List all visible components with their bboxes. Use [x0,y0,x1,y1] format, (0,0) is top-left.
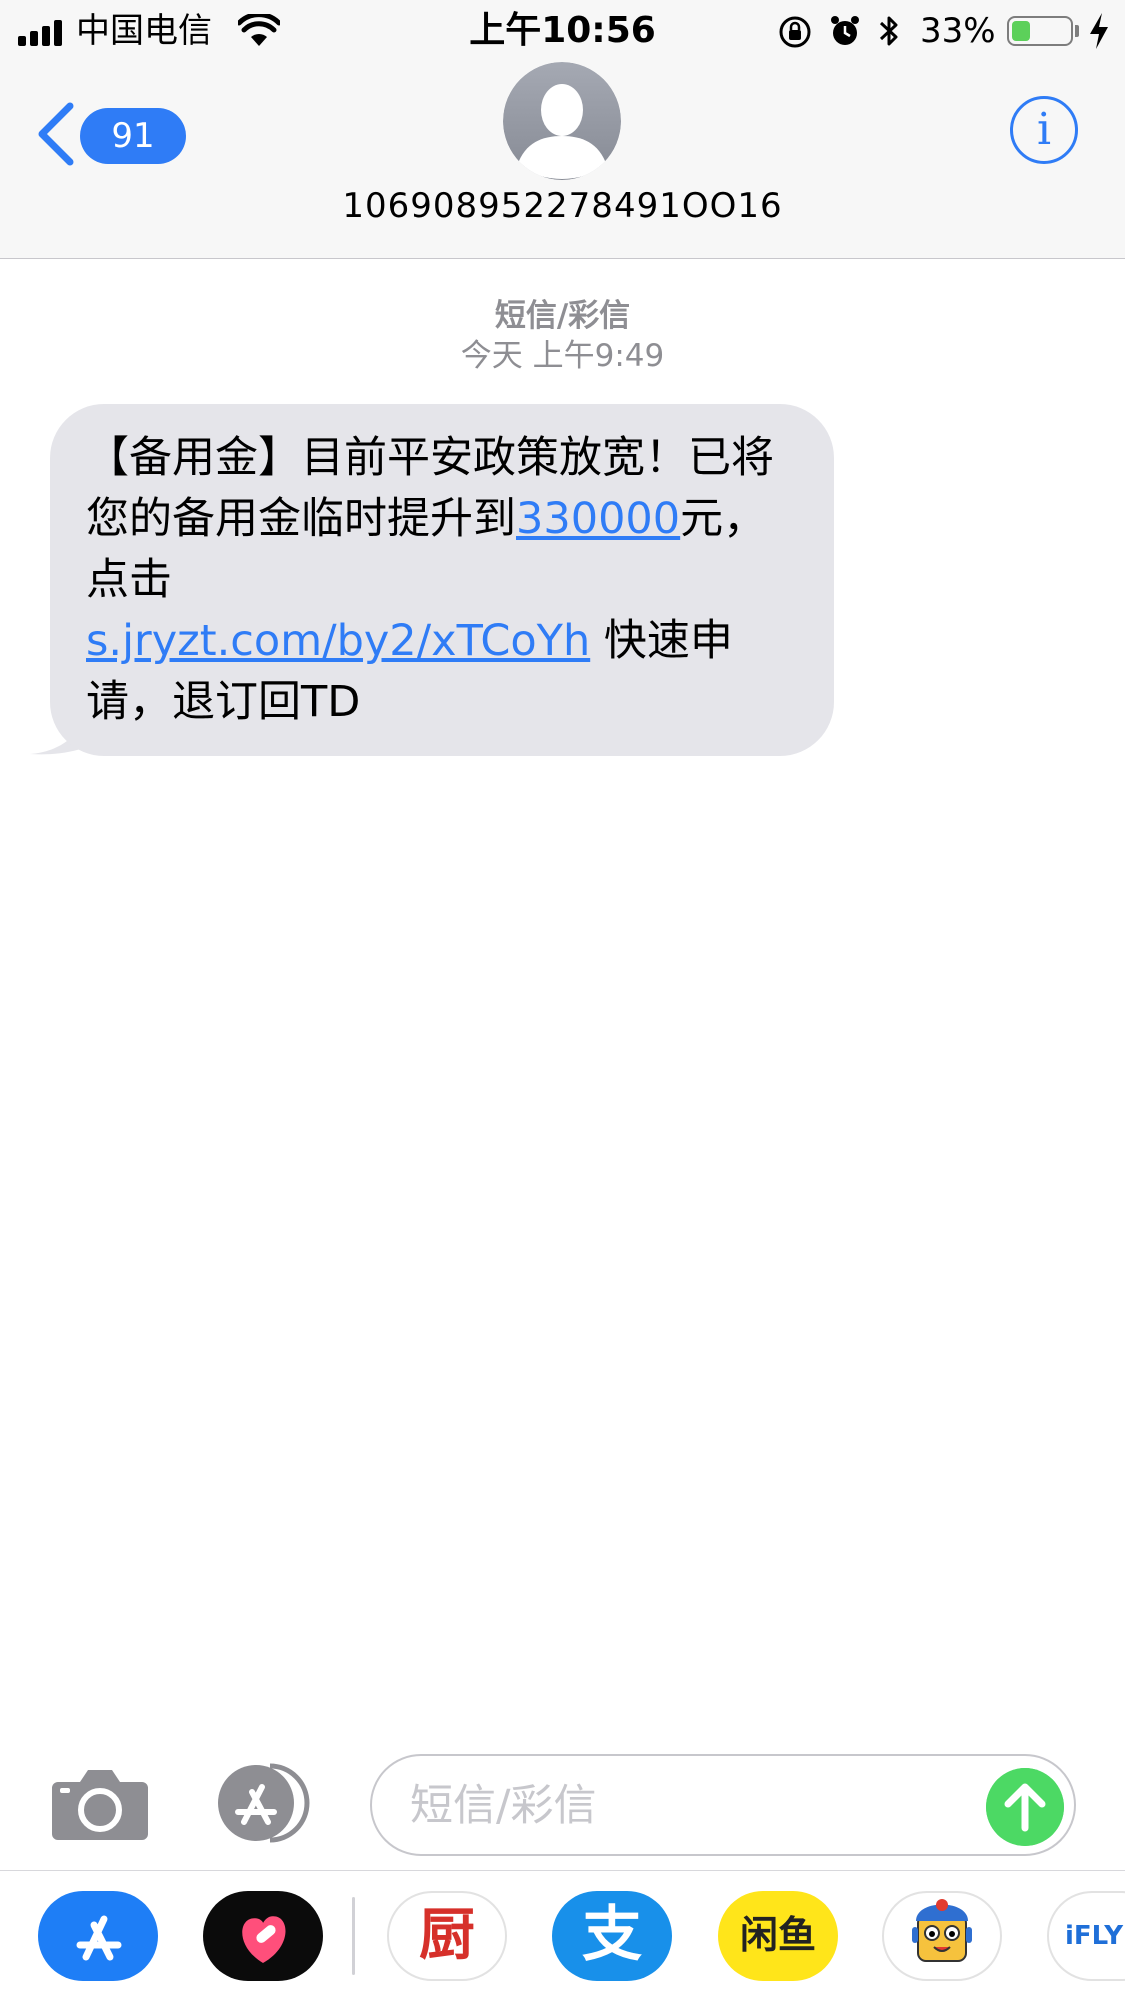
alipay-label: 支 [582,1900,642,1970]
app-store-icon[interactable] [38,1891,158,1981]
contact-avatar[interactable] [503,62,621,180]
status-bar: 中国电信 上午10:56 33% [0,0,1125,62]
heart-app-icon[interactable] [203,1891,323,1981]
url-link[interactable]: s.jryzt.com/by2/xTCoYh [86,616,590,666]
alarm-icon [831,16,859,45]
ifly-label: iFLY [1065,1921,1124,1951]
conversation-header: 91 106908952278491OO16 i [0,62,1125,259]
send-button[interactable] [986,1768,1064,1846]
info-button[interactable]: i [1010,96,1078,164]
imessage-app-drawer: 厨 支 闲鱼 iFLY [0,1870,1125,2002]
battery-level-fill [1012,21,1031,41]
ifly-icon[interactable]: iFLY [1047,1891,1125,1981]
input-placeholder: 短信/彩信 [410,1781,597,1831]
message-type-label: 短信/彩信 [494,298,631,334]
alipay-icon[interactable]: 支 [552,1891,672,1981]
kitchen-app-icon[interactable]: 厨 [387,1891,507,1981]
received-message: 【备用金】目前平安政策放宽！已将您的备用金临时提升到330000元，点击 s.jr… [30,404,840,756]
battery-cap [1075,25,1079,37]
kitchen-app-label: 厨 [419,1903,475,1968]
back-button[interactable]: 91 [34,98,186,168]
contact-name[interactable]: 106908952278491OO16 [0,184,1125,228]
battery-icon [1007,16,1073,46]
message-text: 【备用金】目前平安政策放宽！已将您的备用金临时提升到330000元，点击 s.jr… [86,428,798,733]
drawer-divider [352,1897,355,1975]
message-timestamp: 今天 上午9:49 [460,338,665,374]
bluetooth-icon [879,16,898,46]
charging-bolt-icon [1090,13,1108,49]
camera-button[interactable] [50,1766,150,1842]
message-input[interactable]: 短信/彩信 [370,1754,1076,1856]
xianyu-icon[interactable]: 闲鱼 [718,1891,838,1981]
xianyu-label: 闲鱼 [739,1913,816,1957]
amount-link[interactable]: 330000 [516,494,680,544]
battery-percent: 33% [920,11,996,51]
rotation-lock-icon [779,16,811,48]
person-silhouette-icon [503,62,621,180]
unread-count-badge: 91 [80,108,186,164]
chevron-left-icon [38,102,74,166]
message-bubble[interactable]: 【备用金】目前平安政策放宽！已将您的备用金临时提升到330000元，点击 s.jr… [50,404,834,756]
app-store-button[interactable] [208,1762,318,1844]
cartoon-sticker-icon[interactable] [882,1891,1002,1981]
